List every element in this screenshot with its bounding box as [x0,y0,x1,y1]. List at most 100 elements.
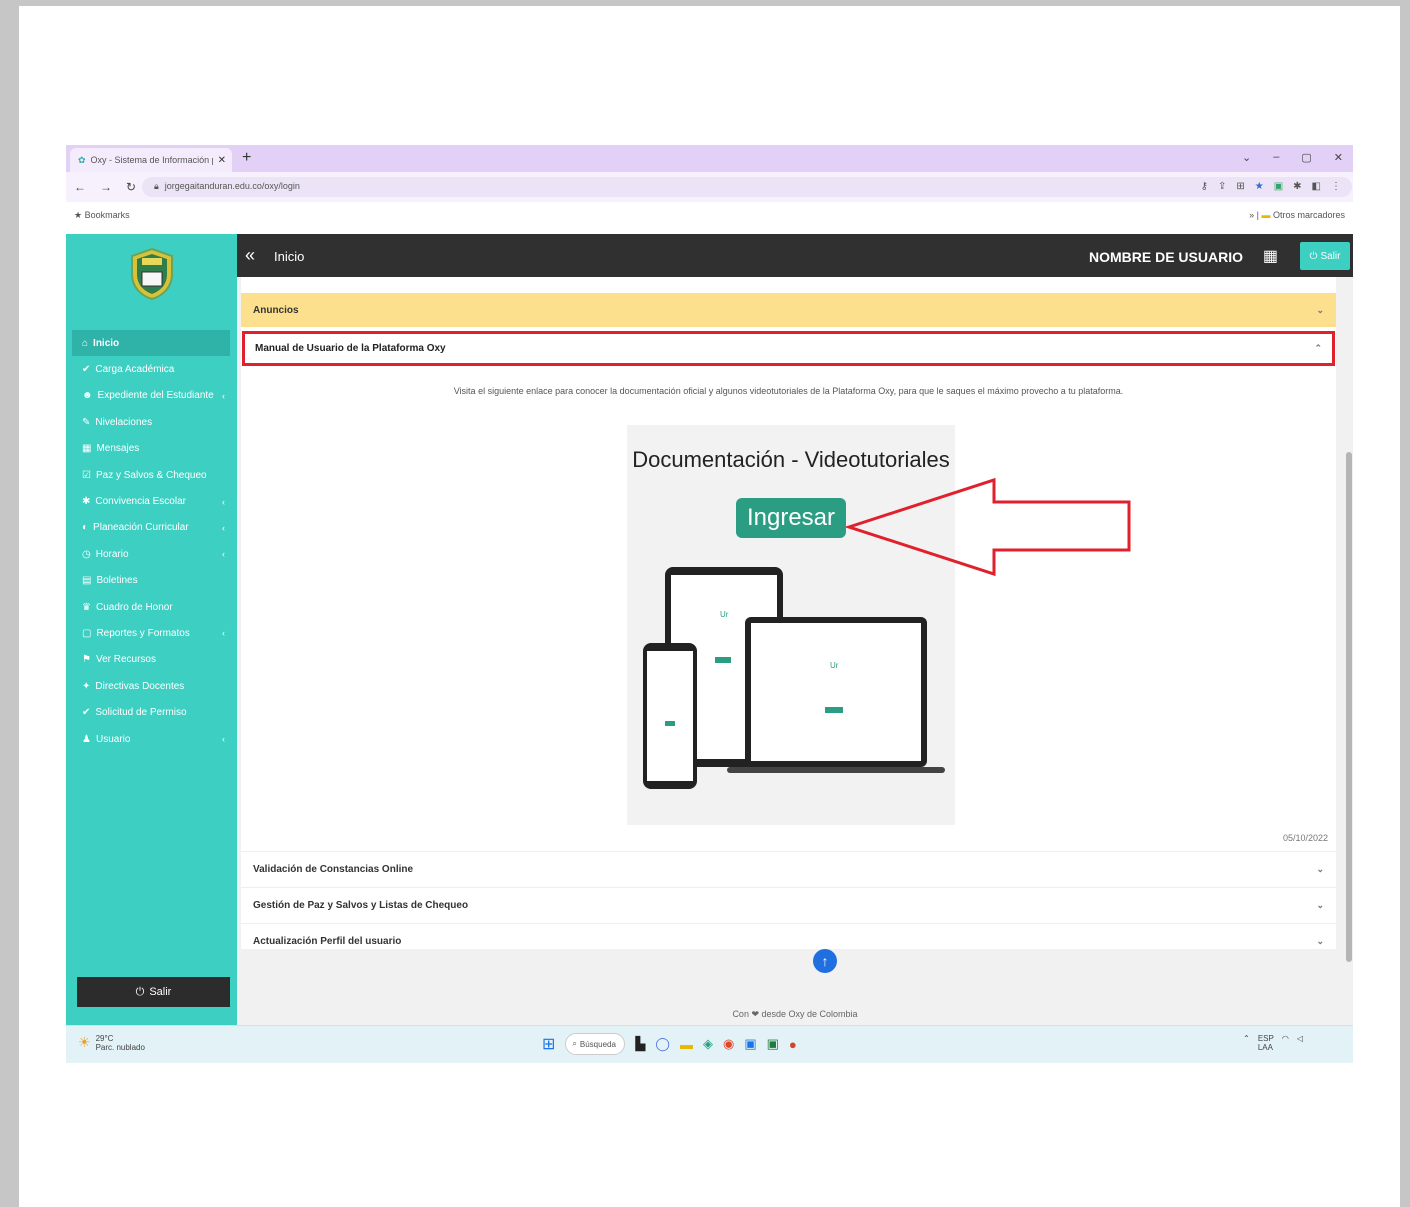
photos-icon[interactable]: ◈ [703,1036,713,1052]
chrome-icon[interactable]: ◉ [723,1036,734,1052]
share-icon[interactable]: ⇪ [1218,181,1226,192]
minimize-icon[interactable]: – [1273,151,1279,164]
app: ⌂ Inicio ✔ Carga Académica ☻ Expediente del E… [66,234,1353,1025]
browser-tab[interactable]: ✿ Oxy - Sistema de Información p ✕ [70,148,232,172]
sidebar-item[interactable]: ◐ Planeación Curricular ‹ [66,515,237,541]
manual-accordion-highlighted[interactable]: Manual de Usuario de la Plataforma Oxy ⌃ [242,331,1335,366]
other-bookmarks[interactable]: » | ▬ Otros marcadores [1249,210,1345,220]
accordion-label: Gestión de Paz y Salvos y Listas de Cheq… [253,900,469,911]
weather-temp: 29°C [95,1034,114,1043]
announcements-panel: Anuncios ⌄ Manual de Usuario de la Plata… [241,277,1336,949]
excel-icon[interactable]: ▣ [767,1036,779,1052]
language-indicator[interactable]: ESP LAA [1258,1034,1274,1052]
sidebar-item-label: Convivencia Escolar [95,496,186,508]
sidebar-item-icon: ♛ [82,601,91,613]
weather-widget[interactable]: ☀ 29°C Parc. nublado [78,1034,145,1052]
grammar-extension-icon[interactable]: ▣ [1274,181,1283,192]
sidebar-item[interactable]: ☑ Paz y Salvos & Chequeo [66,462,237,488]
menu-kebab-icon[interactable]: ⋮ [1331,181,1341,192]
outlook-icon[interactable]: ▣ [744,1036,756,1052]
taskbar-search[interactable]: ⌕ Búsqueda [565,1033,626,1055]
key-icon[interactable]: ⚷ [1201,181,1208,192]
tab-close-icon[interactable]: ✕ [218,155,232,166]
sidebar-item[interactable]: ✦ Directivas Docentes [66,673,237,699]
puzzle-icon[interactable]: ✱ [1293,181,1301,192]
sidebar: ⌂ Inicio ✔ Carga Académica ☻ Expediente del E… [66,234,237,1025]
windows-start-icon[interactable]: ⊞ [542,1034,555,1054]
sidebar-item-icon: ✎ [82,416,91,428]
forward-icon[interactable]: → [100,180,112,194]
browser-tab-strip: ✿ Oxy - Sistema de Información p ✕ + ⌄ –… [66,145,1353,172]
exit-button[interactable]: ⏻ Salir [1300,242,1350,270]
sidebar-item[interactable]: ▦ Mensajes [66,436,237,462]
sidebar-menu: ⌂ Inicio ✔ Carga Académica ☻ Expediente del E… [66,330,237,752]
sidebar-item-label: Directivas Docentes [95,680,185,692]
sidebar-item[interactable]: ⌂ Inicio [72,330,230,357]
chevron-left-icon: ‹ [222,522,225,533]
sidebar-item-icon: ⚑ [82,654,91,666]
accordion-validacion[interactable]: Validación de Constancias Online ⌄ [241,851,1336,887]
sidebar-item-icon: ☻ [82,390,93,402]
sidebar-item[interactable]: ▢ Reportes y Formatos ‹ [66,620,237,646]
reload-icon[interactable]: ↻ [126,180,136,194]
bookmarks-bar: ★ Bookmarks » | ▬ Otros marcadores [66,202,1353,228]
sidebar-item-label: Inicio [93,337,120,349]
manual-description: Visita el siguiente enlace para conocer … [453,386,1124,396]
speaker-icon[interactable]: ◁ [1297,1034,1303,1052]
accordion-paz-y-salvos[interactable]: Gestión de Paz y Salvos y Listas de Cheq… [241,887,1336,923]
sidebar-item[interactable]: ✔ Solicitud de Permiso [66,699,237,725]
back-icon[interactable]: ← [74,180,86,194]
sidebar-item[interactable]: ♛ Cuadro de Honor [66,594,237,620]
sidebar-item-label: Expediente del Estudiante [97,390,214,402]
sidebar-item-label: Cuadro de Honor [95,601,173,613]
extension-icons: ⚷ ⇪ ⊞ ★ ▣ ✱ ◧ ⋮ [1201,181,1341,192]
announcements-header[interactable]: Anuncios ⌄ [241,293,1336,327]
sidebar-item-label: Paz y Salvos & Chequeo [95,469,207,481]
maximize-icon[interactable]: ▢ [1301,151,1311,164]
task-view-icon[interactable]: ▙ [635,1036,645,1052]
sidebar-item[interactable]: ⚑ Ver Recursos [66,647,237,673]
username[interactable]: NOMBRE DE USUARIO [1089,249,1243,265]
sidebar-item[interactable]: ▤ Boletines [66,568,237,594]
sidebar-item-label: Mensajes [96,443,140,455]
bookmark-star-icon[interactable]: ★ [1255,181,1264,192]
tray-chevron-icon[interactable]: ⌃ [1243,1034,1250,1052]
sidebar-item-label: Reportes y Formatos [96,627,190,639]
accordion-label: Actualización Perfil del usuario [253,936,402,947]
sidebar-item-icon: ✱ [82,496,91,508]
sidebar-logout-button[interactable]: ⏻ Salir [77,977,230,1007]
accordion-perfil[interactable]: Actualización Perfil del usuario ⌄ [241,923,1336,949]
address-bar[interactable]: 🔒︎ jorgegaitanduran.edu.co/oxy/login [142,177,1352,197]
sidebar-item[interactable]: ✱ Convivencia Escolar ‹ [66,488,237,514]
tab-title: Oxy - Sistema de Información p [90,155,213,165]
sidebar-item-icon: ▦ [82,443,92,455]
accordion-label: Validación de Constancias Online [253,864,414,875]
new-tab-button[interactable]: + [242,149,251,167]
scrollbar[interactable] [1346,452,1352,962]
power-icon: ⏻ [1309,250,1318,262]
tab-search-icon[interactable]: ⌄ [1242,151,1251,164]
sidepanel-icon[interactable]: ◧ [1312,181,1321,192]
sidebar-item[interactable]: ✎ Nivelaciones [66,409,237,435]
close-window-icon[interactable]: ✕ [1334,151,1343,164]
sidebar-item-icon: ⌂ [82,337,89,349]
sidebar-item[interactable]: ♟ Usuario ‹ [66,726,237,752]
wifi-icon[interactable]: ◠ [1282,1034,1289,1052]
chat-icon[interactable]: ◯ [655,1036,670,1052]
scroll-top-icon[interactable]: ↑ [813,949,837,973]
top-bar: « Inicio NOMBRE DE USUARIO ▦ ⏻ Salir [237,234,1353,277]
powerpoint-icon[interactable]: ● [789,1037,797,1052]
sidebar-item[interactable]: ✔ Carga Académica [66,356,237,382]
sidebar-item-icon: ◷ [82,548,91,560]
sidebar-item-label: Ver Recursos [95,654,156,666]
bookmarks-link[interactable]: ★ Bookmarks [74,210,130,221]
sidebar-item[interactable]: ☻ Expediente del Estudiante ‹ [66,383,237,409]
collapse-sidebar-icon[interactable]: « [245,245,255,266]
file-explorer-icon[interactable]: ▬ [680,1037,693,1052]
weather-icon: ☀ [78,1034,91,1050]
sidebar-item[interactable]: ◷ Horario ‹ [66,541,237,567]
extension-icon[interactable]: ⊞ [1236,181,1244,192]
apps-grid-icon[interactable]: ▦ [1263,246,1278,266]
main-content: Anuncios ⌄ Manual de Usuario de la Plata… [237,277,1353,1025]
chevron-left-icon: ‹ [222,496,225,507]
